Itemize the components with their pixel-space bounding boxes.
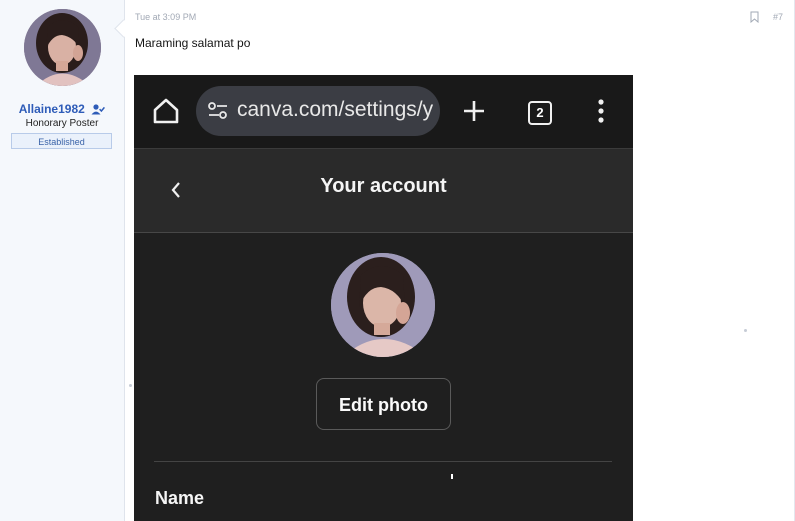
username-row: Allaine1982 [0, 100, 124, 118]
more-vertical-icon[interactable] [595, 99, 607, 125]
url-text: canva.com/settings/y [237, 98, 434, 121]
user-check-icon [91, 104, 106, 115]
forum-post: Allaine1982 Honorary Poster Established … [0, 0, 795, 521]
tab-count-button[interactable]: 2 [528, 101, 552, 125]
account-header: Your account [134, 148, 633, 233]
address-bar[interactable]: canva.com/settings/y [196, 86, 440, 136]
user-title: Honorary Poster [25, 118, 99, 129]
browser-toolbar: canva.com/settings/y 2 [134, 75, 633, 151]
divider [154, 461, 612, 462]
post-message: Maraming salamat po [135, 36, 251, 50]
avatar-photo [24, 9, 101, 86]
decorative-dot [744, 329, 747, 332]
post-number[interactable]: #7 [773, 12, 783, 22]
attached-screenshot[interactable]: canva.com/settings/y 2 Your account Edit… [134, 75, 633, 521]
edit-photo-button[interactable]: Edit photo [316, 378, 451, 430]
page-title: Your account [320, 175, 447, 197]
user-banner: Established [11, 133, 112, 149]
decorative-mark [451, 474, 453, 479]
home-icon[interactable] [152, 97, 180, 125]
plus-icon[interactable] [462, 99, 486, 123]
bookmark-icon[interactable] [750, 11, 759, 23]
profile-photo-image [331, 253, 435, 357]
name-section-label: Name [155, 488, 205, 508]
profile-photo[interactable] [331, 253, 435, 357]
user-info-column: Allaine1982 Honorary Poster Established [0, 0, 132, 521]
username-link[interactable]: Allaine1982 [19, 102, 85, 116]
decorative-dot [129, 384, 132, 387]
post-time[interactable]: Tue at 3:09 PM [135, 12, 196, 22]
site-settings-icon[interactable] [207, 100, 229, 122]
user-avatar[interactable] [24, 9, 101, 86]
